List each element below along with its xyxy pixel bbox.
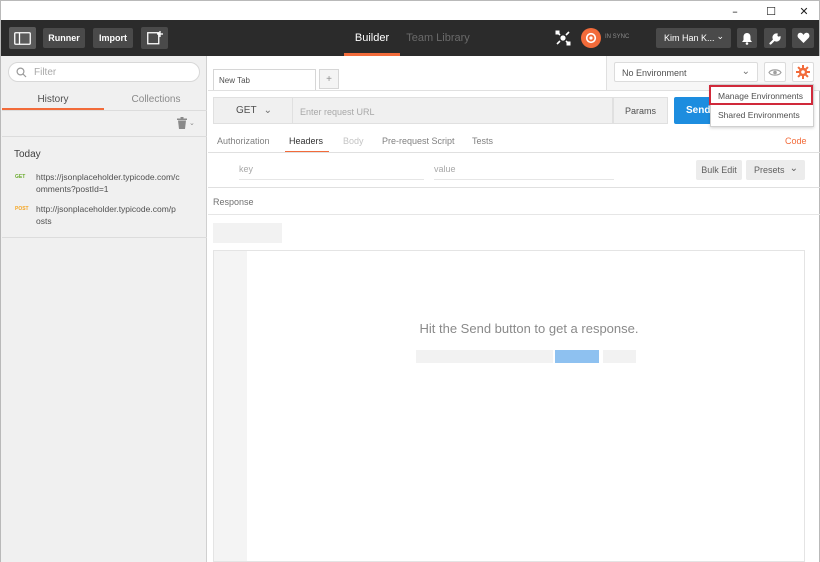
app-header: Runner Import Builder Team Library IN SY… (0, 20, 820, 56)
maximize-button[interactable]: ☐ (754, 1, 788, 21)
placeholder-bar (416, 350, 553, 363)
response-meta-placeholder (213, 223, 282, 243)
tab-builder[interactable]: Builder (344, 20, 400, 56)
divider (2, 237, 207, 238)
send-button[interactable]: Send (674, 97, 714, 124)
interceptor-button[interactable] (554, 29, 572, 47)
history-url: osts (36, 216, 52, 226)
sync-status-label: IN SYNC (605, 34, 630, 40)
tab-collections[interactable]: Collections (105, 89, 207, 109)
import-button[interactable]: Import (93, 28, 133, 48)
bell-icon (742, 32, 752, 45)
tab-history[interactable]: History (2, 89, 104, 109)
response-body: Hit the Send button to get a response. (213, 250, 805, 562)
divider (208, 214, 820, 215)
tab-tests[interactable]: Tests (472, 136, 493, 148)
chevron-down-icon: ⌄ (263, 105, 272, 116)
clear-history-button[interactable]: ⌄ (177, 116, 199, 130)
tab-pre-request-script[interactable]: Pre-request Script (382, 136, 455, 148)
environment-select[interactable]: No Environment ⌄ (614, 62, 758, 82)
history-url: omments?postId=1 (36, 184, 109, 194)
environment-selected: No Environment (622, 68, 687, 78)
chevron-down-icon: ⌄ (189, 120, 195, 127)
new-window-icon (146, 31, 163, 45)
request-tab-label: New Tab (219, 76, 250, 85)
menu-item-manage-environments[interactable]: Manage Environments (709, 85, 813, 105)
history-url: http://jsonplaceholder.typicode.com/p (36, 204, 176, 214)
url-input[interactable]: Enter request URL (293, 97, 613, 124)
search-input[interactable]: Filter (8, 62, 200, 82)
sidebar: Filter History Collections ⌄ Today GET h… (0, 56, 207, 562)
history-item[interactable]: POST http://jsonplaceholder.typicode.com… (2, 201, 207, 229)
header-value-input[interactable]: value (434, 162, 614, 180)
method-select[interactable]: GET ⌄ (213, 97, 293, 124)
empty-response-message: Hit the Send button to get a response. (419, 321, 639, 336)
params-button[interactable]: Params (613, 97, 668, 124)
chevron-down-icon: ⌄ (741, 66, 750, 77)
window-titlebar: – ☐ ✕ (0, 0, 820, 20)
bulk-edit-button[interactable]: Bulk Edit (696, 160, 742, 180)
header-key-input[interactable]: key (239, 162, 424, 180)
new-window-button[interactable] (141, 27, 168, 49)
method-badge: POST (15, 206, 29, 212)
tab-authorization[interactable]: Authorization (217, 136, 270, 148)
tab-body[interactable]: Body (343, 136, 364, 148)
generate-code-link[interactable]: Code (785, 136, 807, 148)
method-selected: GET (236, 105, 257, 116)
history-url: https://jsonplaceholder.typicode.com/c (36, 172, 180, 182)
divider (208, 187, 820, 188)
placeholder-button (555, 350, 599, 363)
runner-button[interactable]: Runner (43, 28, 85, 48)
sync-status-button[interactable] (581, 28, 601, 48)
divider (208, 90, 608, 91)
wrench-icon (768, 32, 781, 45)
trash-icon (177, 117, 187, 129)
favorite-button[interactable] (792, 28, 814, 48)
line-gutter (214, 251, 247, 561)
new-tab-button[interactable]: + (319, 69, 339, 89)
presets-button[interactable]: Presets ⌄ (746, 160, 805, 180)
search-placeholder: Filter (34, 67, 57, 78)
request-tab[interactable]: New Tab (213, 69, 316, 90)
heart-icon (797, 32, 809, 43)
environment-quick-look-button[interactable] (764, 62, 786, 82)
user-menu[interactable]: Kim Han K... ⌄ (656, 28, 731, 48)
tab-team-library[interactable]: Team Library (405, 20, 471, 56)
divider (2, 136, 207, 137)
menu-item-shared-environments[interactable]: Shared Environments (711, 107, 813, 125)
gear-icon (796, 65, 810, 79)
toggle-sidebar-button[interactable] (9, 27, 36, 49)
divider (208, 152, 820, 153)
eye-icon (768, 68, 782, 76)
url-placeholder: Enter request URL (300, 107, 375, 117)
sidebar-icon (14, 31, 31, 45)
divider (2, 110, 207, 111)
placeholder-bar (603, 350, 636, 363)
response-label: Response (213, 197, 254, 207)
notifications-button[interactable] (737, 28, 757, 48)
satellite-icon (555, 30, 571, 46)
search-icon (16, 67, 27, 78)
history-item[interactable]: GET https://jsonplaceholder.typicode.com… (2, 169, 207, 197)
builder-panel: New Tab + No Environment ⌄ GET ⌄ Enter r… (208, 56, 820, 562)
chevron-down-icon: ⌄ (716, 31, 724, 41)
user-name: Kim Han K... (664, 33, 715, 43)
tab-headers[interactable]: Headers (289, 136, 323, 148)
settings-button[interactable] (764, 28, 786, 48)
close-button[interactable]: ✕ (787, 1, 820, 21)
history-group-label: Today (14, 149, 41, 160)
minimize-button[interactable]: – (718, 1, 752, 21)
chevron-down-icon: ⌄ (789, 163, 798, 174)
sync-icon (585, 32, 597, 44)
method-badge: GET (15, 174, 26, 180)
manage-environments-button[interactable] (792, 62, 814, 82)
